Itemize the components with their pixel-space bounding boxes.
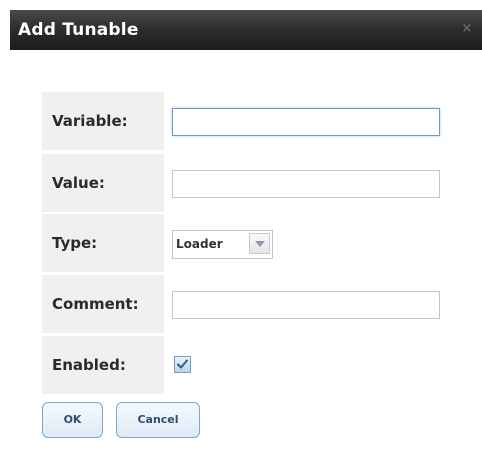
add-tunable-dialog: Add Tunable × Variable: Value: Type: Loa… <box>0 0 482 460</box>
comment-input[interactable] <box>172 291 440 319</box>
value-cell <box>164 336 452 394</box>
enabled-checkbox[interactable] <box>174 356 191 373</box>
enabled-label: Enabled: <box>52 356 126 374</box>
type-select-value: Loader <box>176 237 223 251</box>
label-cell: Value: <box>42 154 164 212</box>
form-row-variable: Variable: <box>42 92 452 150</box>
form-row-type: Type: Loader <box>42 214 452 272</box>
label-cell: Variable: <box>42 92 164 150</box>
form-row-value: Value: <box>42 154 452 212</box>
label-cell: Comment: <box>42 275 164 333</box>
close-icon[interactable]: × <box>460 22 474 36</box>
form-row-enabled: Enabled: <box>42 336 452 394</box>
cancel-button[interactable]: Cancel <box>116 402 200 438</box>
value-cell <box>164 154 452 212</box>
value-label: Value: <box>52 174 105 192</box>
type-select[interactable]: Loader <box>172 230 273 259</box>
dialog-titlebar[interactable]: Add Tunable × <box>10 10 482 50</box>
label-cell: Type: <box>42 214 164 272</box>
label-cell: Enabled: <box>42 336 164 394</box>
value-cell <box>164 275 452 333</box>
form-row-comment: Comment: <box>42 275 452 333</box>
value-cell: Loader <box>164 214 452 272</box>
variable-label: Variable: <box>52 112 128 130</box>
chevron-down-icon[interactable] <box>249 233 270 254</box>
dialog-title: Add Tunable <box>18 20 139 40</box>
value-input[interactable] <box>172 170 440 198</box>
value-cell <box>164 92 452 150</box>
checkmark-icon <box>177 359 188 369</box>
comment-label: Comment: <box>52 295 139 313</box>
variable-input[interactable] <box>172 108 440 136</box>
type-label: Type: <box>52 234 98 252</box>
ok-button[interactable]: OK <box>42 402 103 438</box>
